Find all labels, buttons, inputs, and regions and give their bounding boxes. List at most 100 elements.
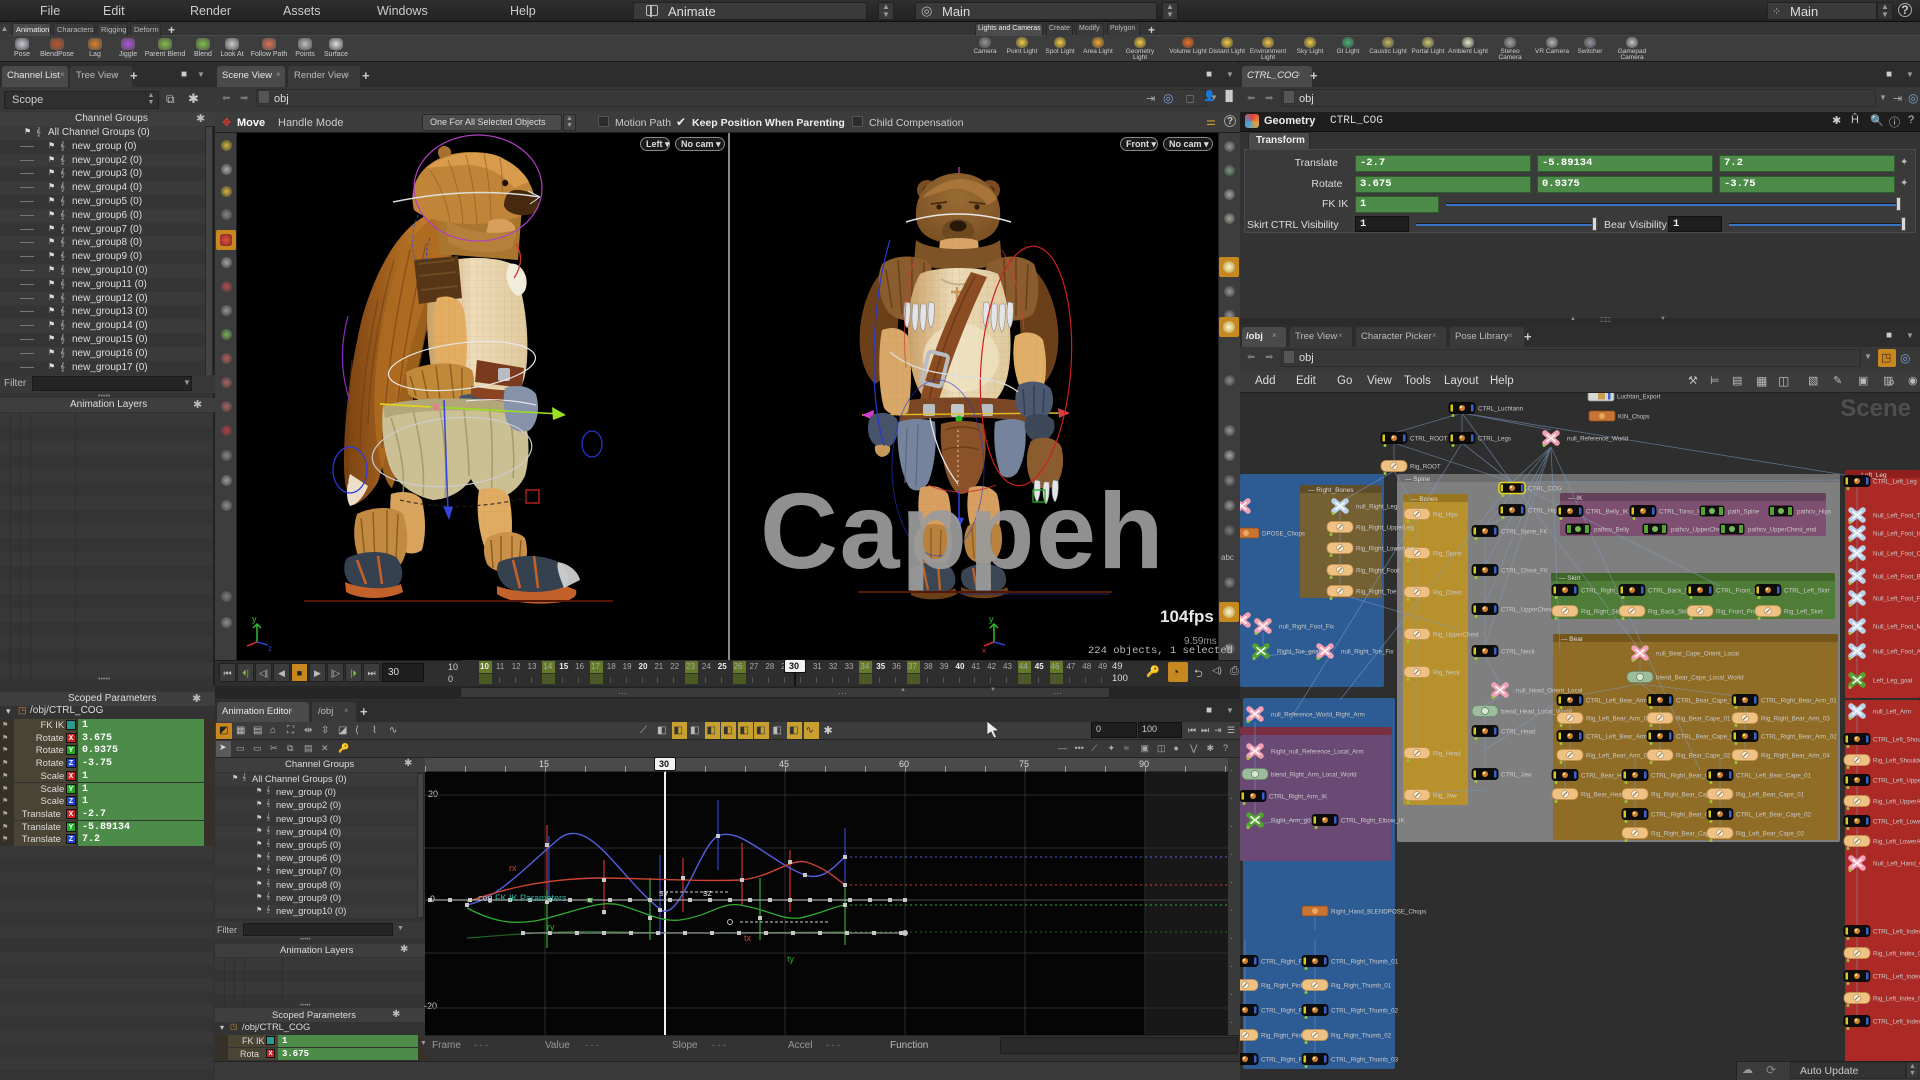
svg-text:CTRL_Left_Index_0: CTRL_Left_Index_0 — [1873, 1019, 1920, 1026]
svg-text:CTRL_Right_Bear_Arm_02: CTRL_Right_Bear_Arm_02 — [1761, 734, 1837, 741]
svg-text:ty: ty — [787, 954, 795, 964]
svg-text:CTRL_Spine_FK: CTRL_Spine_FK — [1501, 529, 1549, 536]
svg-text:Rig_Hips: Rig_Hips — [1433, 512, 1458, 519]
svg-text:Rig_Left_Index_02: Rig_Left_Index_02 — [1873, 996, 1920, 1003]
svg-text:Rig_Bear_Head: Rig_Bear_Head — [1581, 792, 1626, 799]
svg-text:null_Reference_World: null_Reference_World — [1567, 436, 1629, 443]
svg-text:CTRL_Jaw: CTRL_Jaw — [1501, 772, 1532, 779]
svg-text:CTRL_Luchtann: CTRL_Luchtann — [1478, 406, 1524, 413]
svg-text:Rig_Back_Skirt: Rig_Back_Skirt — [1648, 609, 1691, 616]
svg-text:null_Left_Arm: null_Left_Arm — [1873, 709, 1911, 716]
svg-text:null_Right_Foot_Fix: null_Right_Foot_Fix — [1279, 624, 1335, 631]
svg-text:Null_Left_Foot_Front: Null_Left_Foot_Front — [1873, 596, 1920, 603]
svg-text:pathcv_Belly: pathcv_Belly — [1594, 527, 1630, 534]
svg-text:Left_Leg_goal: Left_Leg_goal — [1873, 678, 1912, 685]
svg-text:Null_Left_Foot_Ankle: Null_Left_Foot_Ankle — [1873, 649, 1920, 656]
svg-text:CTRL_Left_Bear_Cape_02: CTRL_Left_Bear_Cape_02 — [1736, 812, 1812, 819]
svg-text:CTRL_Right_Arm_IK: CTRL_Right_Arm_IK — [1269, 794, 1328, 801]
svg-text:Right_Hand_BLENDPOSE_Chops: Right_Hand_BLENDPOSE_Chops — [1331, 909, 1426, 916]
svg-text:CTRL_Belly_IK: CTRL_Belly_IK — [1586, 509, 1629, 516]
svg-text:Rig_Left_Bear_Cape_01: Rig_Left_Bear_Cape_01 — [1736, 792, 1805, 799]
svg-text:Rig_Right_Bear_Arm_03: Rig_Right_Bear_Arm_03 — [1761, 716, 1830, 723]
svg-text:rz: rz — [586, 895, 594, 905]
svg-text:CTRL_Left_UpperArm: CTRL_Left_UpperArm — [1873, 778, 1920, 785]
svg-text:Right_null_Reference_Local_Arm: Right_null_Reference_Local_Arm — [1271, 749, 1364, 756]
svg-text:Rig_Right_Toe: Rig_Right_Toe — [1356, 589, 1397, 596]
svg-text:CTRL_Right_Thumb_02: CTRL_Right_Thumb_02 — [1331, 1008, 1399, 1015]
svg-text:z: z — [268, 644, 272, 653]
svg-text:— Bones: — Bones — [1411, 496, 1438, 503]
svg-text:CTRL_COG: CTRL_COG — [1528, 486, 1562, 493]
svg-text:Rig_UpperChest: Rig_UpperChest — [1433, 632, 1479, 639]
svg-text:CTRL_Left_Index_0: CTRL_Left_Index_0 — [1873, 929, 1920, 936]
svg-text:Rig_Right_LowerLeg: Rig_Right_LowerLeg — [1356, 546, 1414, 553]
svg-text:CTRL_Right_Thumb_01: CTRL_Right_Thumb_01 — [1331, 959, 1399, 966]
svg-text:CTRL_Hips: CTRL_Hips — [1528, 508, 1560, 515]
svg-text:Null_Left_Foot_Twist: Null_Left_Foot_Twist — [1873, 513, 1920, 520]
svg-text:Null_Left_Hand_Orie: Null_Left_Hand_Orie — [1873, 861, 1920, 868]
svg-text:y: y — [989, 614, 994, 624]
svg-text:— Spine: — Spine — [1405, 476, 1430, 483]
svg-text:Rig_Right_Thumb_01: Rig_Right_Thumb_01 — [1331, 983, 1392, 990]
svg-text:CTRL_Left_Skirt: CTRL_Left_Skirt — [1784, 588, 1830, 595]
svg-text:blend_Right_Arm_Local_World: blend_Right_Arm_Local_World — [1271, 772, 1357, 779]
svg-text:null_Right_Toe_Fix: null_Right_Toe_Fix — [1341, 649, 1395, 656]
svg-text:CTRL_ROOT: CTRL_ROOT — [1410, 436, 1448, 443]
svg-text:Rig_Bear_Cape_01: Rig_Bear_Cape_01 — [1676, 716, 1731, 723]
svg-text:— Bear: — Bear — [1561, 636, 1584, 643]
svg-text:— Skirt: — Skirt — [1559, 575, 1581, 582]
svg-text:tx: tx — [744, 933, 752, 943]
svg-text:cog: cog — [478, 893, 493, 903]
svg-text:Rig_Right_Bear_Arm_04: Rig_Right_Bear_Arm_04 — [1761, 753, 1830, 760]
svg-text:CTRL_Head: CTRL_Head — [1501, 729, 1536, 736]
svg-text:null_Reference_World_Right_Arm: null_Reference_World_Right_Arm — [1271, 712, 1365, 719]
svg-text:CTRL_Torso_IK: CTRL_Torso_IK — [1659, 509, 1704, 516]
svg-text:null_Right_Leg: null_Right_Leg — [1356, 504, 1398, 511]
svg-text:x: x — [982, 646, 986, 655]
svg-text:Rig_Left_Index_01: Rig_Left_Index_01 — [1873, 951, 1920, 958]
svg-text:Rig_Left_UpperArm: Rig_Left_UpperArm — [1873, 799, 1920, 806]
svg-text:path_Spine: path_Spine — [1728, 509, 1760, 516]
svg-text:pathcv_Hips: pathcv_Hips — [1797, 509, 1831, 516]
svg-text:Rig_Left_LowerArm: Rig_Left_LowerArm — [1873, 839, 1920, 846]
svg-text:Null_Left_Foot_In: Null_Left_Foot_In — [1873, 531, 1920, 538]
svg-text:Luchtan_Export: Luchtan_Export — [1617, 394, 1661, 401]
svg-text:Rig_Jaw: Rig_Jaw — [1433, 793, 1457, 800]
svg-text:FK IK Parameters: FK IK Parameters — [495, 893, 567, 903]
svg-text:Null_Left_Foot_Back: Null_Left_Foot_Back — [1873, 574, 1920, 581]
svg-text:DPOSE_Chops: DPOSE_Chops — [1262, 531, 1305, 538]
svg-text:sz: sz — [703, 888, 713, 898]
svg-text:CTRL_Left_Bear_Cape_01: CTRL_Left_Bear_Cape_01 — [1736, 773, 1812, 780]
svg-text:pathcv_UpperChest_end: pathcv_UpperChest_end — [1748, 527, 1817, 534]
svg-text:CTRL_Left_LowerArm: CTRL_Left_LowerArm — [1873, 819, 1920, 826]
svg-text:CTRL_Legs: CTRL_Legs — [1478, 436, 1511, 443]
svg-text:null_Head_Orient_Local: null_Head_Orient_Local — [1516, 688, 1582, 695]
svg-text:CTRL_Right_Elbow_IK: CTRL_Right_Elbow_IK — [1341, 818, 1405, 825]
svg-text:CTRL_Bear_Cape_0: CTRL_Bear_Cape_0 — [1676, 734, 1734, 741]
svg-text:ry: ry — [547, 922, 555, 932]
svg-text:CTRL_Right_Thumb_03: CTRL_Right_Thumb_03 — [1331, 1057, 1399, 1064]
svg-text:CTRL_Neck: CTRL_Neck — [1501, 649, 1536, 656]
svg-text:Rig_Right_Thumb_02: Rig_Right_Thumb_02 — [1331, 1033, 1392, 1040]
svg-text:rx: rx — [509, 863, 517, 873]
svg-text:sy: sy — [659, 888, 669, 898]
svg-text:Rig_Left_Bear_Cape_02: Rig_Left_Bear_Cape_02 — [1736, 831, 1805, 838]
svg-text:CTRL_Left_Shoulder: CTRL_Left_Shoulder — [1873, 737, 1920, 744]
svg-text:CTRL_Left_Leg: CTRL_Left_Leg — [1873, 479, 1917, 486]
svg-text:CTRL_Left_Index_0: CTRL_Left_Index_0 — [1873, 974, 1920, 981]
svg-text:Rig_ROOT: Rig_ROOT — [1410, 464, 1441, 471]
svg-text:KIN_Chops: KIN_Chops — [1618, 414, 1650, 421]
svg-text:Rig_Right_Foot: Rig_Right_Foot — [1356, 568, 1399, 575]
svg-text:Rig_Right_Skirt: Rig_Right_Skirt — [1581, 609, 1624, 616]
svg-text:Rig_Bear_Cape_02: Rig_Bear_Cape_02 — [1676, 753, 1731, 760]
svg-text:Rig_Right_UpperLeg: Rig_Right_UpperLeg — [1356, 525, 1414, 532]
svg-text:CTRL_Chest_FK: CTRL_Chest_FK — [1501, 568, 1549, 575]
svg-text:Rig_Left_Shoulder: Rig_Left_Shoulder — [1873, 758, 1920, 765]
svg-text:Null_Left_Foot_Out: Null_Left_Foot_Out — [1873, 551, 1920, 558]
svg-text:Rig_Chest: Rig_Chest — [1433, 590, 1462, 597]
svg-text:Rig_Neck: Rig_Neck — [1433, 670, 1461, 677]
svg-text:y: y — [252, 614, 257, 624]
svg-text:Rig_Head: Rig_Head — [1433, 751, 1461, 758]
svg-text:null_Bear_Cape_Orient_Local: null_Bear_Cape_Orient_Local — [1656, 651, 1739, 658]
svg-text:Right_Toe_goal: Right_Toe_goal — [1277, 649, 1320, 656]
